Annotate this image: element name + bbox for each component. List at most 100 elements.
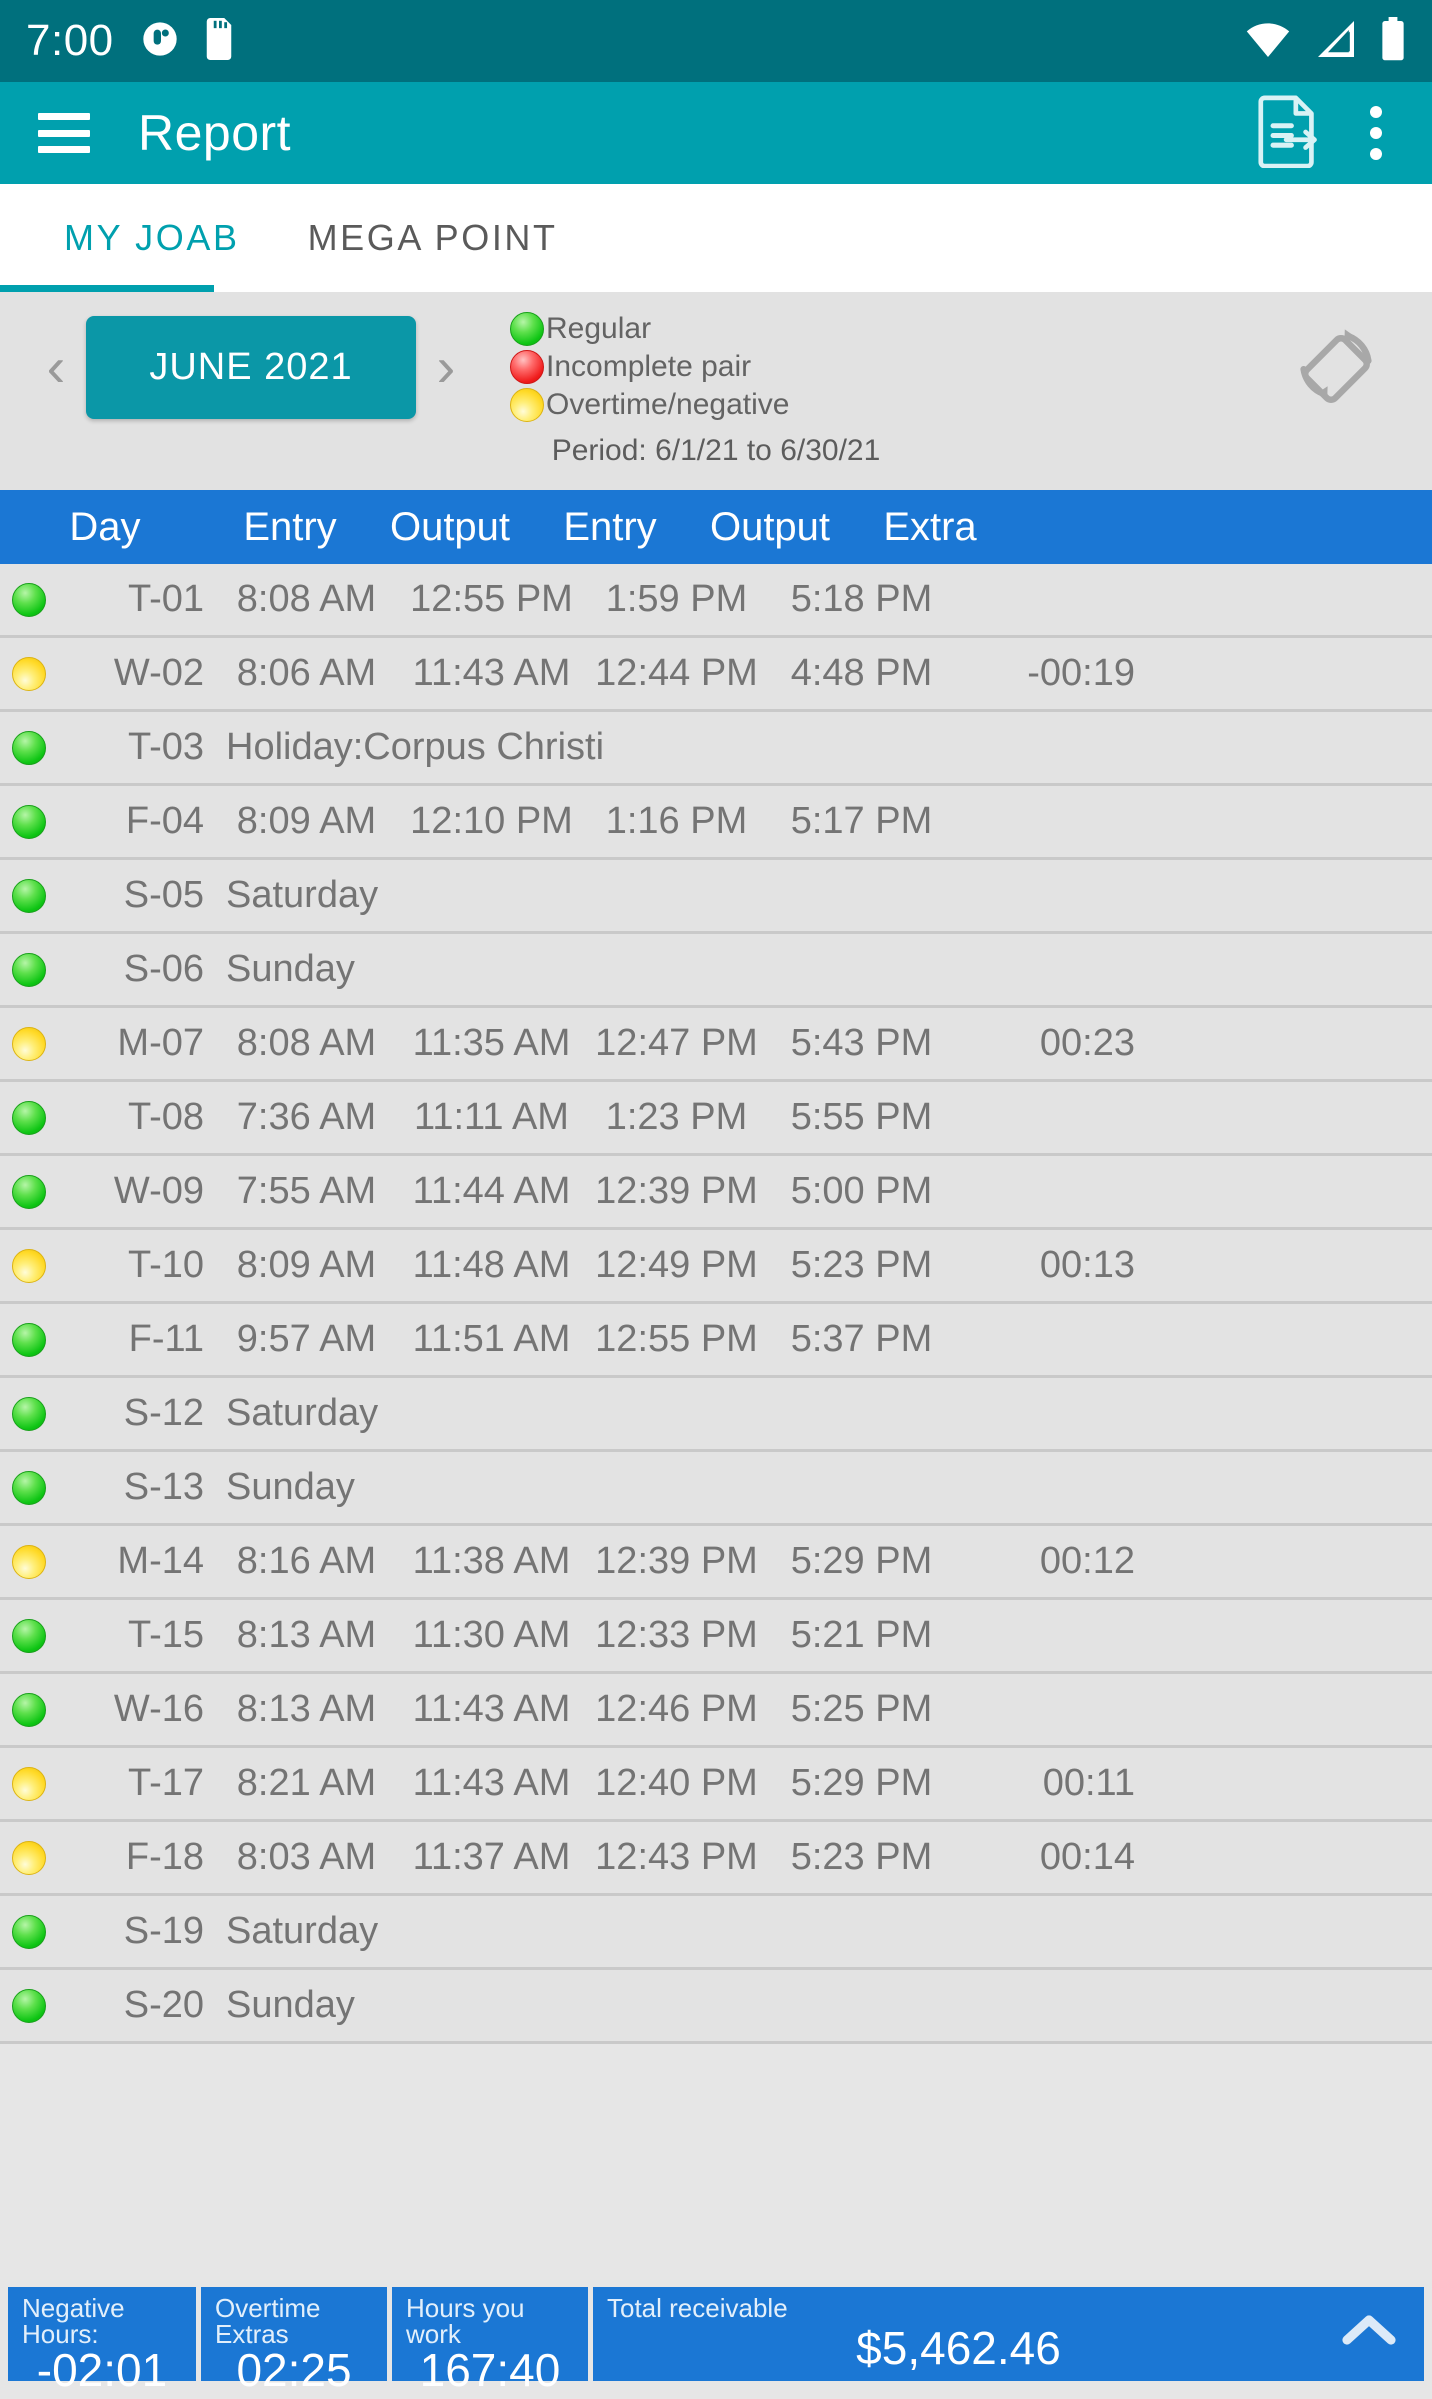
cell-entry-1: 8:06 AM (214, 652, 399, 695)
prev-month-button[interactable]: ‹ (30, 339, 82, 395)
table-row[interactable]: M-148:16 AM11:38 AM12:39 PM5:29 PM00:12 (0, 1526, 1432, 1600)
table-row[interactable]: T-108:09 AM11:48 AM12:49 PM5:23 PM00:13 (0, 1230, 1432, 1304)
yellow-status-dot-icon (510, 388, 544, 422)
month-selector-button[interactable]: JUNE 2021 (86, 316, 416, 419)
column-header-output-2: Output (690, 505, 850, 550)
green-status-dot-icon (12, 1175, 46, 1209)
cell-extra: 00:13 (954, 1244, 1159, 1287)
table-row[interactable]: W-028:06 AM11:43 AM12:44 PM4:48 PM-00:19 (0, 638, 1432, 712)
cell-extra: 00:11 (954, 1762, 1159, 1805)
next-month-button[interactable]: › (420, 339, 472, 395)
cell-output-2: 5:37 PM (769, 1318, 954, 1361)
summary-value-hours-worked: 167:40 (406, 2347, 574, 2399)
screen-rotation-icon[interactable] (1288, 317, 1402, 418)
app-bar-actions (1258, 94, 1402, 173)
legend-label-regular: Regular (546, 312, 651, 346)
summary-label-overtime-extras: Overtime Extras (215, 2295, 373, 2347)
status-left-icons (140, 18, 236, 65)
cell-entry-2: 12:44 PM (584, 652, 769, 695)
table-row[interactable]: S-13Sunday (0, 1452, 1432, 1526)
column-header-entry-2: Entry (530, 505, 690, 550)
hamburger-menu-icon[interactable] (38, 113, 90, 153)
table-row[interactable]: T-158:13 AM11:30 AM12:33 PM5:21 PM (0, 1600, 1432, 1674)
table-row[interactable]: W-097:55 AM11:44 AM12:39 PM5:00 PM (0, 1156, 1432, 1230)
cell-note: Saturday (214, 874, 1432, 917)
cell-output-2: 5:55 PM (769, 1096, 954, 1139)
cell-day: W-16 (56, 1688, 214, 1731)
cell-day: M-07 (56, 1022, 214, 1065)
tab-mega-point[interactable]: MEGA POINT (274, 184, 592, 292)
cell-day: S-20 (56, 1984, 214, 2027)
table-row[interactable]: T-178:21 AM11:43 AM12:40 PM5:29 PM00:11 (0, 1748, 1432, 1822)
cell-output-1: 11:51 AM (399, 1318, 584, 1361)
green-status-dot-icon (12, 731, 46, 765)
summary-bar: Negative Hours: -02:01 Overtime Extras 0… (0, 2287, 1432, 2389)
cell-output-2: 4:48 PM (769, 652, 954, 695)
cell-output-2: 5:23 PM (769, 1244, 954, 1287)
cell-day: S-13 (56, 1466, 214, 1509)
table-row[interactable]: T-087:36 AM11:11 AM1:23 PM5:55 PM (0, 1082, 1432, 1156)
tab-my-joab[interactable]: MY JOAB (30, 184, 274, 292)
summary-card-overtime-extras[interactable]: Overtime Extras 02:25 (201, 2287, 387, 2381)
summary-value-total-receivable: $5,462.46 (607, 2325, 1410, 2377)
summary-value-overtime-extras: 02:25 (215, 2347, 373, 2399)
green-status-dot-icon (12, 583, 46, 617)
cell-entry-1: 9:57 AM (214, 1318, 399, 1361)
table-row[interactable]: S-19Saturday (0, 1896, 1432, 1970)
table-row[interactable]: T-018:08 AM12:55 PM1:59 PM5:18 PM (0, 564, 1432, 638)
table-row[interactable]: T-03Holiday:Corpus Christi (0, 712, 1432, 786)
legend-item-incomplete: Incomplete pair (510, 350, 789, 384)
green-status-dot-icon (12, 1989, 46, 2023)
table-row[interactable]: F-188:03 AM11:37 AM12:43 PM5:23 PM00:14 (0, 1822, 1432, 1896)
summary-label-negative-hours: Negative Hours: (22, 2295, 182, 2347)
column-header-entry-1: Entry (210, 505, 370, 550)
cell-day: W-02 (56, 652, 214, 695)
cell-output-2: 5:00 PM (769, 1170, 954, 1213)
cell-entry-2: 1:23 PM (584, 1096, 769, 1139)
table-row[interactable]: F-119:57 AM11:51 AM12:55 PM5:37 PM (0, 1304, 1432, 1378)
table-row[interactable]: W-168:13 AM11:43 AM12:46 PM5:25 PM (0, 1674, 1432, 1748)
status-right-icons (1244, 17, 1406, 66)
table-row[interactable]: S-06Sunday (0, 934, 1432, 1008)
cell-output-2: 5:18 PM (769, 578, 954, 621)
cell-output-1: 12:55 PM (399, 578, 584, 621)
cell-day: T-03 (56, 726, 214, 769)
cell-entry-1: 8:09 AM (214, 800, 399, 843)
column-header-day: Day (0, 505, 210, 550)
green-status-dot-icon (510, 312, 544, 346)
period-row: ‹ JUNE 2021 › Regular Incomplete pair Ov… (0, 306, 1432, 428)
yellow-status-dot-icon (12, 1027, 46, 1061)
green-status-dot-icon (12, 1915, 46, 1949)
yellow-status-dot-icon (12, 1767, 46, 1801)
cell-output-1: 11:38 AM (399, 1540, 584, 1583)
cell-output-1: 11:35 AM (399, 1022, 584, 1065)
yellow-status-dot-icon (12, 1249, 46, 1283)
table-row[interactable]: S-20Sunday (0, 1970, 1432, 2044)
export-file-icon[interactable] (1258, 94, 1322, 173)
cell-entry-2: 12:49 PM (584, 1244, 769, 1287)
cell-output-1: 12:10 PM (399, 800, 584, 843)
table-row[interactable]: M-078:08 AM11:35 AM12:47 PM5:43 PM00:23 (0, 1008, 1432, 1082)
cell-day: S-05 (56, 874, 214, 917)
table-row[interactable]: S-12Saturday (0, 1378, 1432, 1452)
cell-day: T-08 (56, 1096, 214, 1139)
cell-entry-2: 1:59 PM (584, 578, 769, 621)
more-vertical-icon[interactable] (1360, 106, 1392, 160)
period-range-text: Period: 6/1/21 to 6/30/21 (0, 428, 1432, 480)
table-row[interactable]: F-048:09 AM12:10 PM1:16 PM5:17 PM (0, 786, 1432, 860)
cell-day: T-15 (56, 1614, 214, 1657)
summary-card-negative-hours[interactable]: Negative Hours: -02:01 (8, 2287, 196, 2381)
cell-entry-1: 8:03 AM (214, 1836, 399, 1879)
wifi-icon (1244, 19, 1292, 64)
table-row[interactable]: S-05Saturday (0, 860, 1432, 934)
summary-card-hours-worked[interactable]: Hours you work 167:40 (392, 2287, 588, 2381)
cell-note: Saturday (214, 1910, 1432, 1953)
legend-label-overtime: Overtime/negative (546, 388, 789, 422)
cell-entry-1: 8:08 AM (214, 578, 399, 621)
summary-card-total-receivable[interactable]: Total receivable $5,462.46 (593, 2287, 1424, 2381)
cell-day: F-04 (56, 800, 214, 843)
status-legend: Regular Incomplete pair Overtime/negativ… (510, 312, 789, 422)
green-status-dot-icon (12, 1693, 46, 1727)
chevron-up-icon[interactable] (1342, 2313, 1396, 2352)
yellow-status-dot-icon (12, 657, 46, 691)
